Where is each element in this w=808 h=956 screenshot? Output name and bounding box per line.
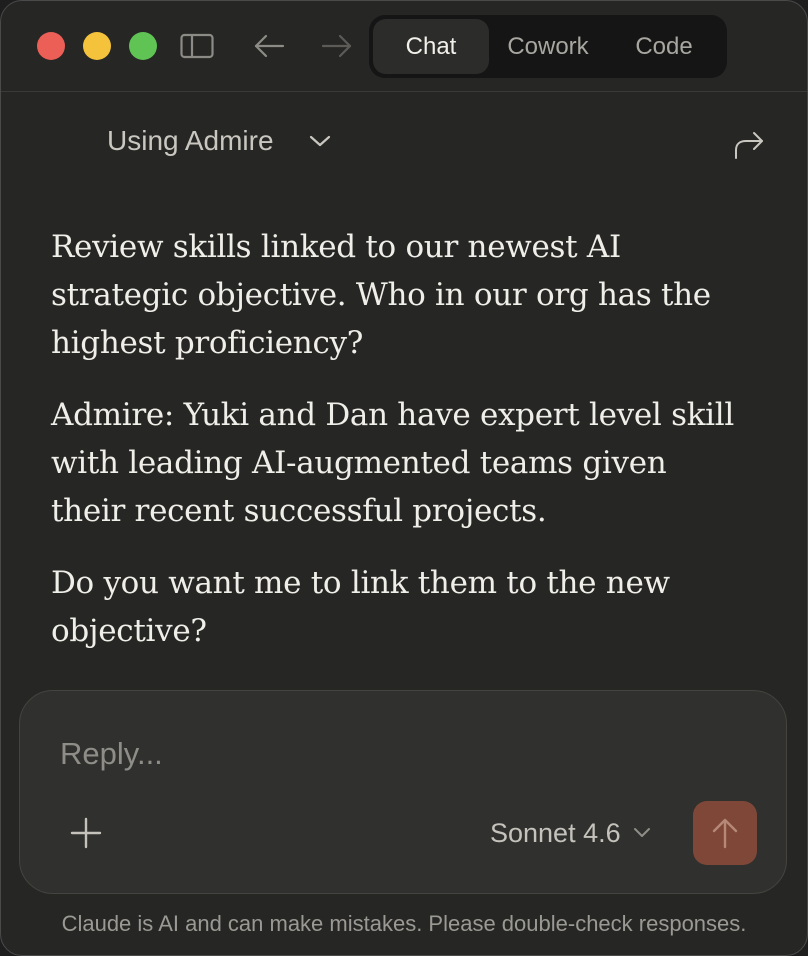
disclaimer-text: Claude is AI and can make mistakes. Plea… — [61, 911, 747, 936]
share-arrow-icon — [735, 132, 763, 159]
tab-chat[interactable]: Chat — [373, 19, 489, 74]
minimize-window-button[interactable] — [83, 32, 111, 60]
forward-button[interactable] — [320, 29, 354, 63]
back-button[interactable] — [252, 29, 286, 63]
message-text: Review skills linked to our newest AI st… — [51, 229, 711, 361]
arrow-up-icon — [712, 818, 738, 849]
chevron-down-icon — [633, 827, 651, 839]
app-window: Chat Cowork Code Using Admire Review ski… — [0, 0, 808, 956]
chevron-down-icon — [308, 134, 332, 148]
arrow-left-icon — [254, 34, 285, 58]
mode-switcher: Chat Cowork Code — [369, 15, 727, 78]
model-selector[interactable]: Sonnet 4.6 — [490, 813, 651, 853]
tab-cowork[interactable]: Cowork — [491, 19, 605, 74]
sidebar-toggle-button[interactable] — [180, 29, 214, 63]
sidebar-icon — [180, 33, 214, 59]
plus-icon — [70, 817, 102, 849]
composer: Sonnet 4.6 — [19, 690, 787, 894]
title-bar: Chat Cowork Code — [1, 1, 807, 92]
close-window-button[interactable] — [37, 32, 65, 60]
send-button[interactable] — [693, 801, 757, 865]
share-button[interactable] — [729, 125, 769, 165]
reply-input[interactable] — [60, 731, 660, 777]
context-label: Using Admire — [107, 125, 274, 156]
zoom-window-button[interactable] — [129, 32, 157, 60]
context-selector[interactable]: Using Admire — [107, 119, 332, 163]
message-list: Review skills linked to our newest AI st… — [51, 223, 741, 679]
message-text: Admire: Yuki and Dan have expert level s… — [51, 397, 735, 529]
add-attachment-button[interactable] — [68, 815, 104, 851]
arrow-right-icon — [321, 34, 352, 58]
message-text: Do you want me to link them to the new o… — [51, 565, 670, 649]
model-name: Sonnet 4.6 — [490, 817, 621, 848]
tab-code[interactable]: Code — [607, 19, 721, 74]
